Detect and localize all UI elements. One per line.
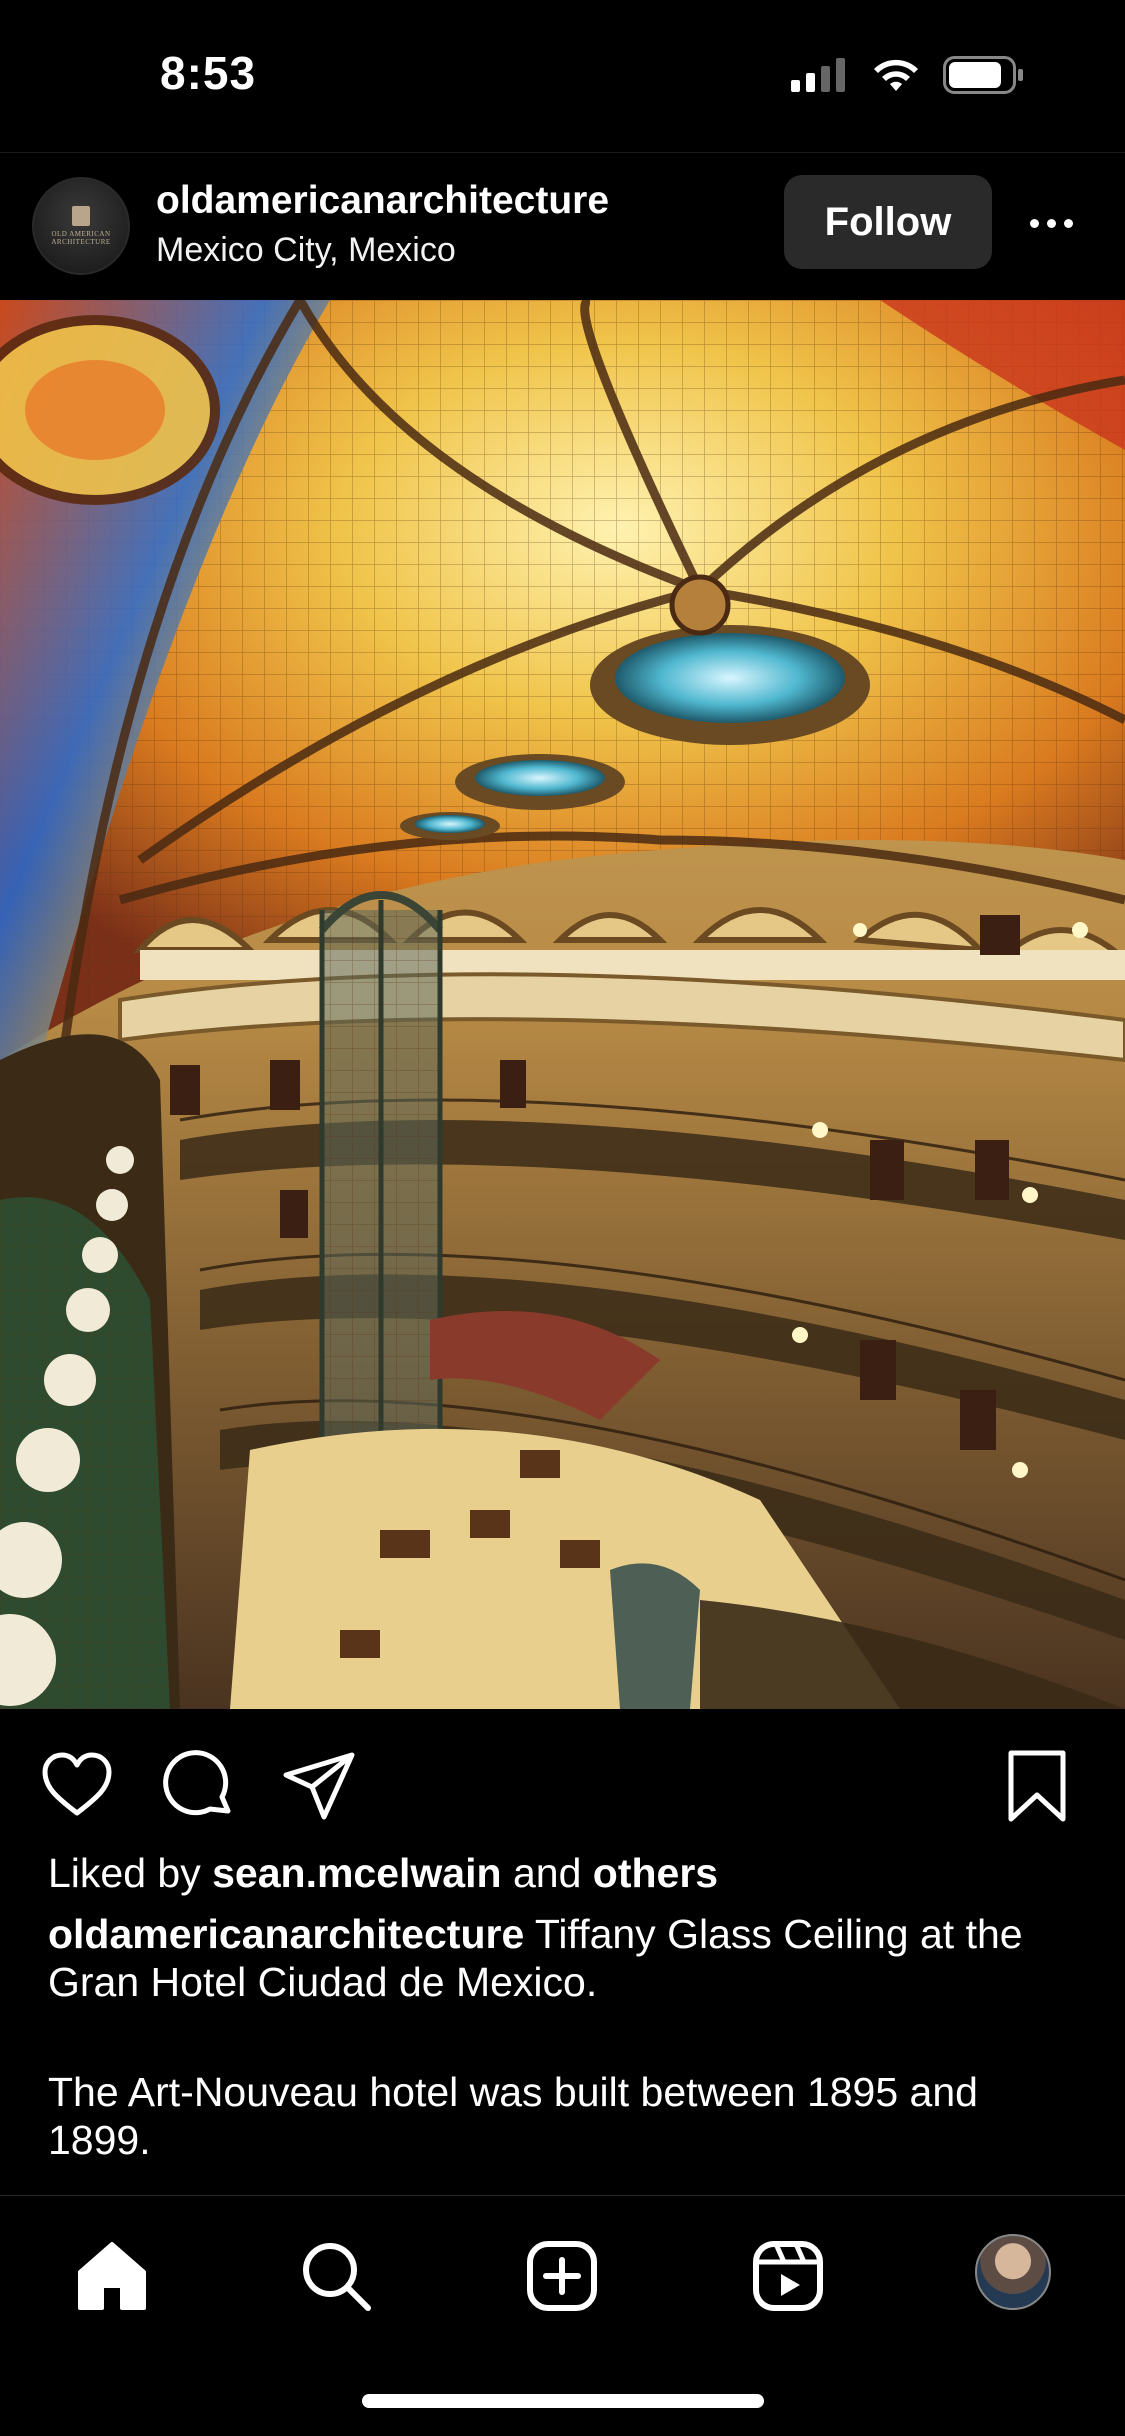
status-bar: 8:53: [0, 0, 1125, 150]
reels-icon[interactable]: [748, 2236, 828, 2316]
account-avatar[interactable]: OLD AMERICAN ARCHITECTURE: [32, 177, 130, 275]
likes-prefix: Liked by: [48, 1850, 201, 1896]
likes-and: and: [512, 1850, 582, 1896]
status-time: 8:53: [160, 47, 257, 99]
bookmark-icon[interactable]: [998, 1747, 1076, 1825]
likes-summary[interactable]: Liked by sean.mcelwain and others: [48, 1850, 718, 1897]
liked-by-username[interactable]: sean.mcelwain: [212, 1850, 501, 1896]
cellular-signal-icon: [791, 58, 845, 92]
status-icons: [791, 56, 1025, 94]
post-caption: oldamericanarchitecture Tiffany Glass Ce…: [48, 1910, 1088, 2006]
likes-others[interactable]: others: [593, 1850, 718, 1896]
post-username[interactable]: oldamericanarchitecture: [156, 179, 609, 223]
create-icon[interactable]: [522, 2236, 602, 2316]
logo-mark-icon: [72, 206, 90, 226]
heart-icon[interactable]: [38, 1747, 116, 1825]
follow-button[interactable]: Follow: [784, 175, 992, 269]
share-icon[interactable]: [280, 1747, 358, 1825]
profile-avatar[interactable]: [975, 2234, 1051, 2310]
home-indicator: [362, 2394, 764, 2408]
comment-icon[interactable]: [160, 1747, 238, 1825]
avatar-logo-text: OLD AMERICAN ARCHITECTURE: [51, 230, 111, 246]
caption-username[interactable]: oldamericanarchitecture: [48, 1911, 524, 1957]
battery-icon: [943, 56, 1023, 94]
more-options-icon[interactable]: [1030, 203, 1090, 243]
bottom-tab-bar: [0, 2195, 1125, 2346]
caption-continued: The Art-Nouveau hotel was built between …: [48, 2069, 978, 2163]
post-header: OLD AMERICAN ARCHITECTURE oldamericanarc…: [0, 152, 1125, 301]
home-icon[interactable]: [72, 2236, 152, 2316]
post-location[interactable]: Mexico City, Mexico: [156, 231, 456, 270]
search-icon[interactable]: [296, 2236, 376, 2316]
post-actions: [0, 1709, 1125, 1839]
wifi-icon: [874, 59, 918, 91]
post-photo[interactable]: [0, 300, 1125, 1709]
